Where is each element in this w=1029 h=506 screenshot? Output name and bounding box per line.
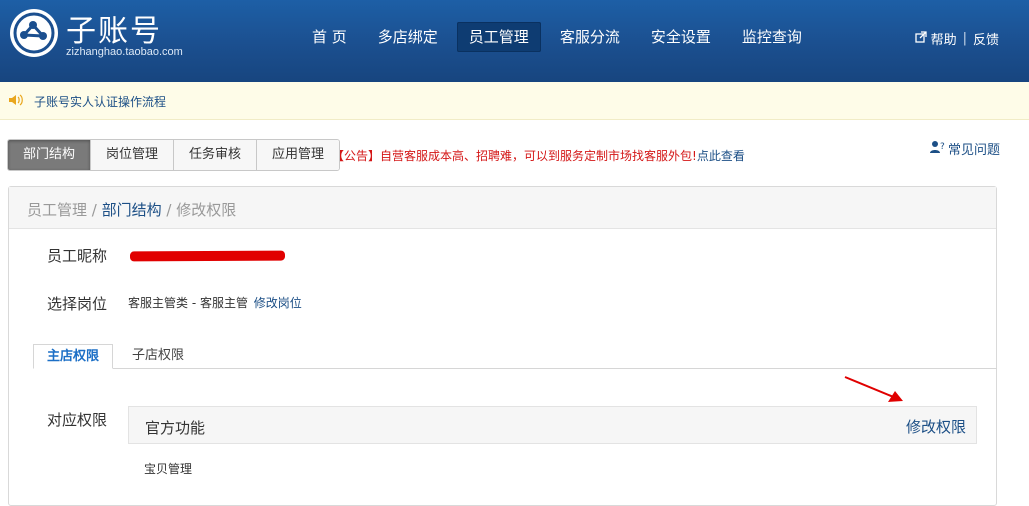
nav-security-settings[interactable]: 安全设置 <box>639 22 723 52</box>
tab-department-structure[interactable]: 部门结构 <box>8 140 92 170</box>
breadcrumb-staff: 员工管理 <box>27 201 88 219</box>
tab-app-management[interactable]: 应用管理 <box>257 140 340 170</box>
redacted-nickname <box>129 250 286 262</box>
announcement-link[interactable]: 点此查看 <box>697 149 745 163</box>
store-tabs: 主店权限 子店权限 <box>33 344 997 369</box>
tab-position-management[interactable]: 岗位管理 <box>91 140 175 170</box>
nickname-label: 员工昵称 <box>47 247 108 265</box>
tab-sub-store[interactable]: 子店权限 <box>119 344 197 369</box>
nav-home[interactable]: 首 页 <box>300 22 359 52</box>
position-value: 客服主管类 - 客服主管 修改岗位 <box>128 294 302 311</box>
logo-subtitle: zizhanghao.taobao.com <box>66 46 183 58</box>
top-links: 帮助 | 反馈 <box>914 29 999 48</box>
faq-link[interactable]: ? 常见问题 <box>930 139 1000 158</box>
feedback-link[interactable]: 反馈 <box>973 29 999 48</box>
annotation-arrow-icon <box>836 376 906 414</box>
speaker-icon <box>8 93 24 111</box>
top-header: 子账号 zizhanghao.taobao.com 首 页 多店绑定 员工管理 … <box>0 0 1029 82</box>
announcement-text: 自营客服成本高、招聘难，可以到服务定制市场找客服外包! <box>380 149 697 163</box>
tab-task-review[interactable]: 任务审核 <box>174 140 258 170</box>
permission-group-title: 官方功能 <box>145 419 206 437</box>
announcement: 【公告】自营客服成本高、招聘难，可以到服务定制市场找客服外包!点此查看 <box>332 147 745 164</box>
notice-link[interactable]: 子账号实人认证操作流程 <box>34 93 166 110</box>
permission-item: 宝贝管理 <box>144 462 193 476</box>
tab-main-store[interactable]: 主店权限 <box>33 344 114 369</box>
breadcrumb-separator: / <box>161 201 177 219</box>
breadcrumb: 员工管理 / 部门结构 / 修改权限 <box>9 187 996 229</box>
help-link[interactable]: 帮助 <box>931 29 957 48</box>
edit-permission-panel: 员工管理 / 部门结构 / 修改权限 员工昵称 选择岗位 客服主管类 - 客服主… <box>8 186 997 506</box>
breadcrumb-separator: / <box>87 201 102 219</box>
edit-position-link[interactable]: 修改岗位 <box>254 296 302 310</box>
announcement-prefix: 【公告】 <box>332 149 381 163</box>
svg-text:?: ? <box>940 142 945 152</box>
main-nav: 首 页 多店绑定 员工管理 客服分流 安全设置 监控查询 <box>300 22 821 52</box>
logo-icon <box>10 9 58 57</box>
position-label: 选择岗位 <box>47 295 108 313</box>
notice-bar: 子账号实人认证操作流程 <box>0 82 1029 120</box>
breadcrumb-department[interactable]: 部门结构 <box>102 201 162 219</box>
permission-label: 对应权限 <box>47 411 108 429</box>
external-link-icon <box>914 30 927 47</box>
nav-service-routing[interactable]: 客服分流 <box>548 22 632 52</box>
logo-title[interactable]: 子账号 <box>66 6 162 50</box>
divider: | <box>962 31 967 46</box>
position-text: 客服主管类 - 客服主管 <box>128 296 248 310</box>
breadcrumb-current: 修改权限 <box>176 201 237 219</box>
user-question-icon: ? <box>930 140 946 158</box>
nav-staff-management[interactable]: 员工管理 <box>456 22 541 52</box>
faq-label: 常见问题 <box>948 143 1001 158</box>
nav-store-binding[interactable]: 多店绑定 <box>366 22 450 52</box>
edit-permission-link[interactable]: 修改权限 <box>906 416 966 437</box>
nav-monitoring[interactable]: 监控查询 <box>730 22 814 52</box>
section-tabs: 部门结构 岗位管理 任务审核 应用管理 <box>7 139 341 171</box>
